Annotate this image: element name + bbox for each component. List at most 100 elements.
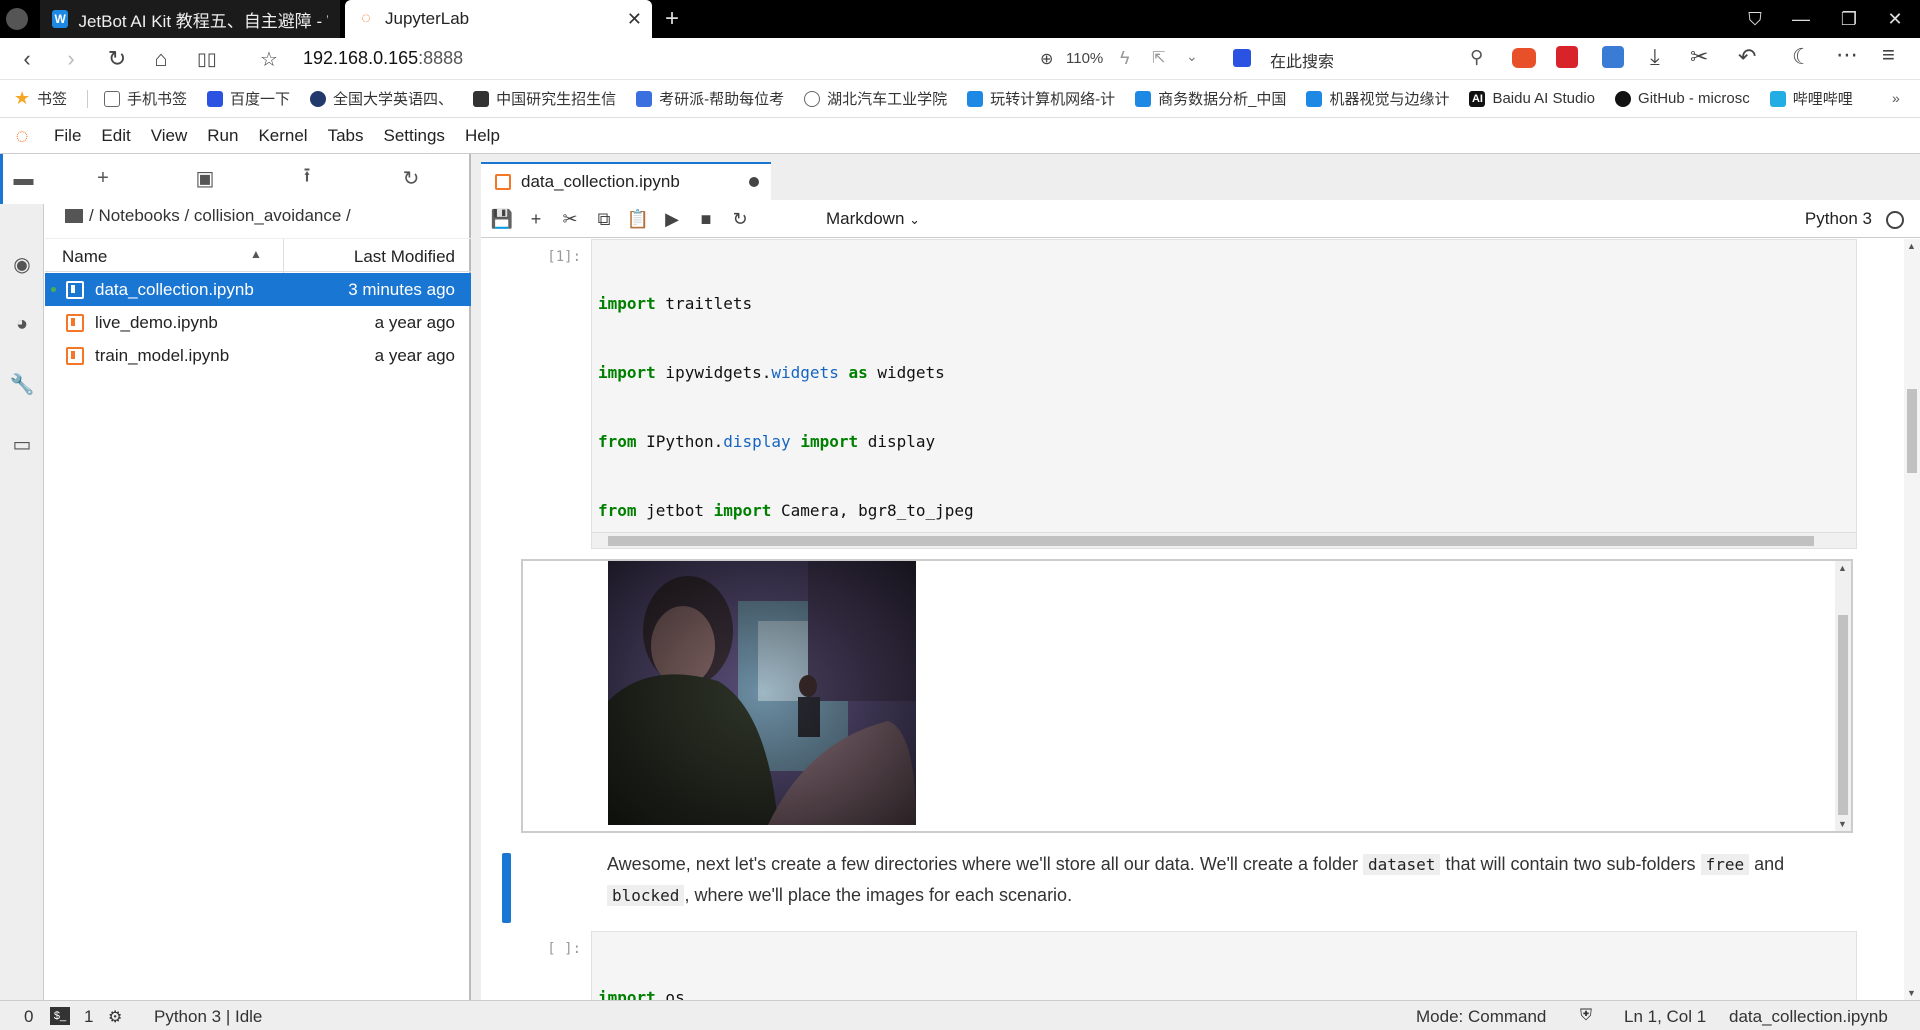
running-icon[interactable]: ◉ xyxy=(8,250,36,278)
upload-icon[interactable]: ⭱ xyxy=(291,164,323,192)
ext-red-icon[interactable] xyxy=(1556,46,1578,68)
menu-tabs[interactable]: Tabs xyxy=(318,126,374,146)
restart-icon[interactable]: ↻ xyxy=(725,206,755,232)
scissors-icon[interactable]: ✂ xyxy=(1690,44,1708,70)
new-launcher-icon[interactable]: + xyxy=(87,164,119,192)
flash-icon[interactable]: ϟ xyxy=(1120,48,1130,69)
dropdown-chevron-icon[interactable]: ⌄ xyxy=(1186,48,1198,65)
search-input[interactable]: 在此搜索 xyxy=(1270,48,1334,72)
palette-icon[interactable]: ◕ xyxy=(8,310,36,338)
column-name[interactable]: Name xyxy=(62,247,107,267)
bookmark-item[interactable]: 玩转计算机网络-计 xyxy=(967,88,1115,109)
favorite-star-icon[interactable]: ☆ xyxy=(254,44,284,74)
bookmark-item[interactable]: 商务数据分析_中国 xyxy=(1135,88,1286,109)
more-bookmarks-icon[interactable]: » xyxy=(1892,90,1900,106)
horizontal-scrollbar[interactable] xyxy=(592,532,1856,548)
code-cell-editor[interactable]: import traitlets import ipywidgets.widge… xyxy=(591,239,1857,549)
bookmark-item[interactable]: 哔哩哔哩 xyxy=(1769,88,1853,109)
paste-icon[interactable]: 📋 xyxy=(623,206,653,232)
menu-help[interactable]: Help xyxy=(455,126,510,146)
download-icon[interactable]: ⤓ xyxy=(1650,44,1660,70)
refresh-icon[interactable]: ↻ xyxy=(395,164,427,192)
bookmark-item[interactable]: ★ 书签 xyxy=(14,88,67,109)
bookmark-item[interactable]: 机器视觉与边缘计 xyxy=(1306,88,1449,109)
reload-icon[interactable]: ↻ xyxy=(102,44,132,74)
scroll-down-icon[interactable]: ▼ xyxy=(1838,819,1847,829)
run-icon[interactable]: ▶ xyxy=(657,206,687,232)
scrollbar-thumb[interactable] xyxy=(1838,615,1848,815)
terminal-icon[interactable]: $_ xyxy=(50,1007,70,1025)
scroll-up-icon[interactable]: ▲ xyxy=(1838,563,1847,573)
unsaved-indicator-icon[interactable] xyxy=(749,177,759,187)
file-row[interactable]: data_collection.ipynb 3 minutes ago xyxy=(45,273,471,306)
copy-icon[interactable]: ⧉ xyxy=(589,206,619,232)
cell-type-select[interactable]: Markdown ⌄ xyxy=(826,209,920,229)
url-field[interactable]: 192.168.0.165:8888 xyxy=(303,48,463,69)
scroll-down-icon[interactable]: ▼ xyxy=(1907,988,1916,998)
scrollbar-thumb[interactable] xyxy=(1907,389,1917,473)
close-tab-icon[interactable]: ✕ xyxy=(627,9,642,30)
menu-settings[interactable]: Settings xyxy=(374,126,455,146)
menu-view[interactable]: View xyxy=(141,126,198,146)
menu-file[interactable]: File xyxy=(44,126,91,146)
home-icon[interactable]: ⌂ xyxy=(146,44,176,74)
share-icon[interactable]: ⇱ xyxy=(1152,48,1165,68)
file-row[interactable]: train_model.ipynb a year ago xyxy=(45,339,471,372)
more-icon[interactable]: ⋯ xyxy=(1836,42,1858,68)
restore-icon[interactable]: ❐ xyxy=(1826,0,1872,38)
bookmark-item[interactable]: AI Baidu AI Studio xyxy=(1469,90,1595,107)
menu-kernel[interactable]: Kernel xyxy=(248,126,317,146)
scroll-up-icon[interactable]: ▲ xyxy=(1907,241,1916,251)
cursor-position[interactable]: Ln 1, Col 1 xyxy=(1624,1007,1706,1027)
search-icon[interactable]: ⚲ xyxy=(1470,47,1483,68)
shirt-icon[interactable]: ⛉ xyxy=(1732,0,1778,38)
search-engine-icon[interactable] xyxy=(1233,49,1251,67)
notebook-tab[interactable]: data_collection.ipynb xyxy=(481,162,771,200)
kernel-state[interactable]: Python 3 | Idle xyxy=(154,1007,262,1027)
terminal-count[interactable]: 0 xyxy=(24,1007,33,1027)
close-window-icon[interactable]: ✕ xyxy=(1872,0,1918,38)
kernel-name[interactable]: Python 3 xyxy=(1805,209,1872,229)
markdown-cell[interactable]: Awesome, next let's create a few directo… xyxy=(607,849,1857,911)
kernel-count[interactable]: 1 xyxy=(84,1007,93,1027)
bookmark-item[interactable]: 湖北汽车工业学院 xyxy=(804,88,947,109)
scrollbar-thumb[interactable] xyxy=(608,536,1814,546)
night-mode-icon[interactable]: ☾ xyxy=(1792,44,1812,70)
folder-icon[interactable]: ▬ xyxy=(0,154,44,204)
menu-icon[interactable]: ≡ xyxy=(1882,42,1895,68)
new-folder-icon[interactable]: ▣ xyxy=(189,164,221,192)
game-icon[interactable] xyxy=(1512,48,1536,68)
bookmark-item[interactable]: 考研派-帮助每位考 xyxy=(636,88,784,109)
tabs-icon[interactable]: ▭ xyxy=(8,430,36,458)
insert-cell-icon[interactable]: + xyxy=(521,206,551,232)
stop-icon[interactable]: ■ xyxy=(691,206,721,232)
kernel-icon[interactable]: ⚙ xyxy=(108,1007,122,1027)
browser-tab-jupyterlab[interactable]: ◌ JupyterLab ✕ xyxy=(345,0,652,38)
output-scrollbar[interactable]: ▲ ▼ xyxy=(1835,561,1851,831)
undo-icon[interactable]: ↶ xyxy=(1738,44,1756,70)
browser-tab-jetbot[interactable]: W JetBot AI Kit 教程五、自主避障 - Wa xyxy=(40,0,340,38)
bug-shield-icon[interactable]: ⛨ xyxy=(1580,1007,1592,1025)
forward-icon[interactable]: › xyxy=(56,44,86,74)
translate-icon[interactable] xyxy=(1602,46,1624,68)
folder-icon[interactable] xyxy=(65,209,83,223)
back-icon[interactable]: ‹ xyxy=(12,44,42,74)
sort-ascending-icon[interactable]: ▲ xyxy=(250,247,262,261)
bookmark-item[interactable]: GitHub - microsc xyxy=(1615,90,1750,107)
breadcrumb-path[interactable]: / Notebooks / collision_avoidance / xyxy=(89,206,351,226)
wrench-icon[interactable]: 🔧 xyxy=(8,370,36,398)
menu-edit[interactable]: Edit xyxy=(91,126,140,146)
bookmark-item[interactable]: 百度一下 xyxy=(207,88,290,109)
cut-icon[interactable]: ✂ xyxy=(555,206,585,232)
bookmark-item[interactable]: 全国大学英语四、 xyxy=(310,88,453,109)
notebook-scrollbar[interactable]: ▲ ▼ xyxy=(1904,239,1920,1000)
zoom-level[interactable]: 110% xyxy=(1066,50,1103,67)
save-icon[interactable]: 💾 xyxy=(487,206,517,232)
menu-run[interactable]: Run xyxy=(197,126,248,146)
reader-icon[interactable]: ▯▯ xyxy=(192,44,222,74)
bookmark-item[interactable]: 手机书签 xyxy=(104,88,187,109)
new-tab-icon[interactable]: + xyxy=(665,5,679,33)
browser-logo-icon[interactable] xyxy=(6,8,28,30)
code-cell-editor[interactable]: import os xyxy=(591,931,1857,1000)
column-last-modified[interactable]: Last Modified xyxy=(354,247,455,267)
